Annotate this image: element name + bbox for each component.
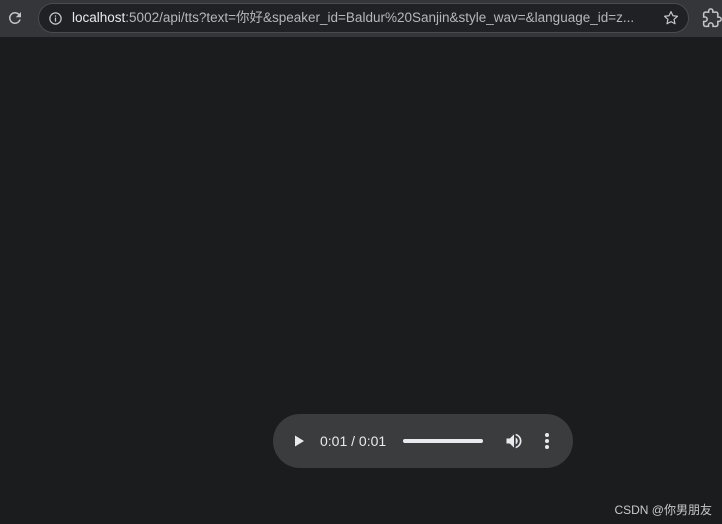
url-path: :5002/api/tts?text=你好&speaker_id=Baldur%… xyxy=(125,10,635,25)
audio-player: 0:01 / 0:01 xyxy=(273,414,573,468)
volume-icon xyxy=(506,433,522,449)
play-button[interactable] xyxy=(289,431,309,451)
csdn-watermark: CSDN @你男朋友 xyxy=(614,503,712,517)
url-text[interactable]: localhost:5002/api/tts?text=你好&speaker_i… xyxy=(72,4,652,32)
progress-slider[interactable] xyxy=(403,439,483,443)
info-icon[interactable] xyxy=(48,11,63,26)
more-options-icon xyxy=(545,433,549,449)
reload-button[interactable] xyxy=(5,8,25,28)
volume-button[interactable] xyxy=(504,431,524,451)
play-icon xyxy=(295,435,304,447)
star-icon[interactable] xyxy=(662,9,680,27)
url-host: localhost xyxy=(72,10,126,25)
more-options-button[interactable] xyxy=(537,431,557,451)
reload-icon xyxy=(8,11,21,24)
progress-fill xyxy=(403,439,483,443)
puzzle-icon[interactable] xyxy=(702,8,722,28)
browser-toolbar: localhost:5002/api/tts?text=你好&speaker_i… xyxy=(0,0,722,37)
address-bar[interactable]: localhost:5002/api/tts?text=你好&speaker_i… xyxy=(38,3,689,33)
time-display: 0:01 / 0:01 xyxy=(320,433,387,449)
